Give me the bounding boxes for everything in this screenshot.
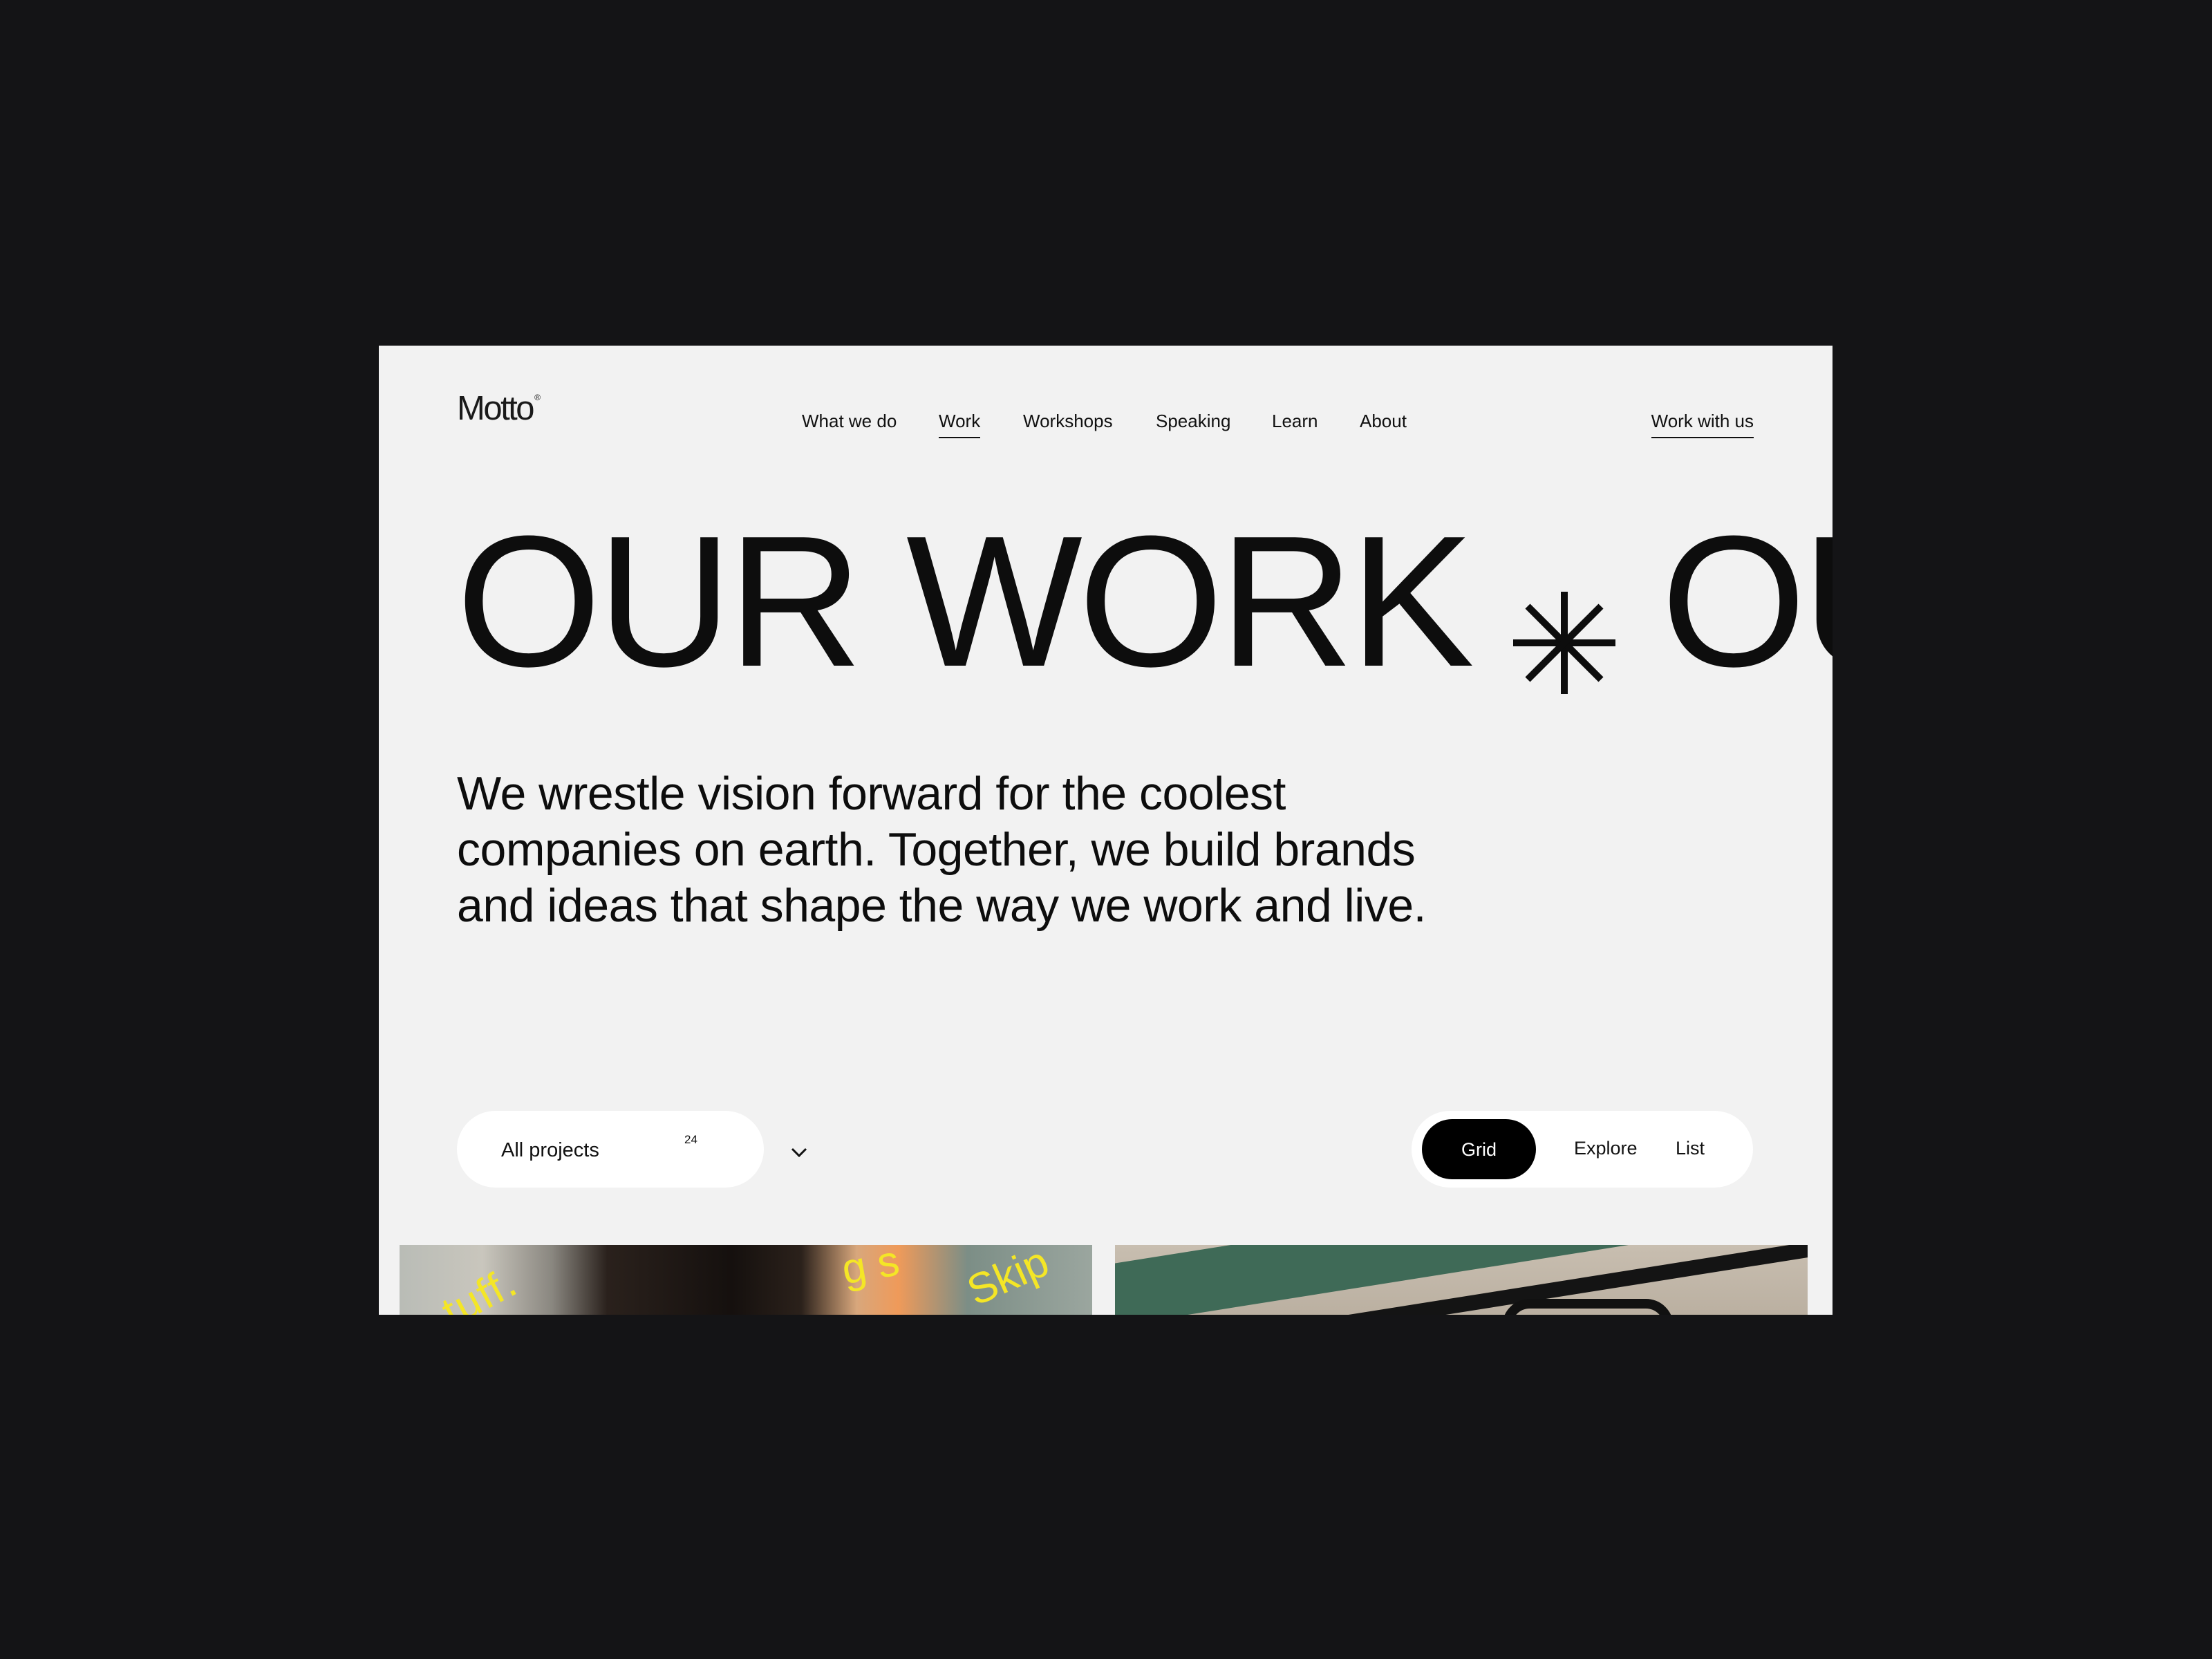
view-grid-button[interactable]: Grid bbox=[1422, 1119, 1536, 1179]
project-count: 24 bbox=[684, 1133, 697, 1146]
hero-marquee: OUR WORK OUR bbox=[456, 509, 1833, 695]
asterisk-icon bbox=[1509, 541, 1620, 694]
registered-mark: ® bbox=[534, 393, 541, 402]
view-explore-button[interactable]: Explore bbox=[1574, 1137, 1638, 1159]
hero-title-repeat: OUR bbox=[1660, 498, 1833, 706]
work-with-us-link[interactable]: Work with us bbox=[1651, 411, 1754, 438]
filter-label: All projects bbox=[501, 1139, 599, 1161]
view-toggle: Grid Explore List bbox=[1412, 1111, 1753, 1188]
hero-title: OUR WORK bbox=[456, 498, 1474, 706]
project-card[interactable] bbox=[1115, 1245, 1808, 1315]
nav-item-about[interactable]: About bbox=[1360, 411, 1407, 431]
nav-item-workshops[interactable]: Workshops bbox=[1023, 411, 1113, 431]
nav-item-what-we-do[interactable]: What we do bbox=[802, 411, 897, 431]
project-filter-dropdown[interactable]: All projects 24 bbox=[457, 1111, 807, 1188]
nav-item-learn[interactable]: Learn bbox=[1272, 411, 1318, 431]
chevron-down-icon bbox=[789, 1145, 809, 1159]
card-overlay-text: g s bbox=[838, 1245, 903, 1294]
project-card[interactable]: tuff. g s Skip bbox=[400, 1245, 1092, 1315]
card-overlay-text: tuff. bbox=[434, 1257, 525, 1315]
nav-item-speaking[interactable]: Speaking bbox=[1156, 411, 1230, 431]
card-image-shape bbox=[1502, 1299, 1674, 1315]
browser-frame: Motto ® What we do Work Workshops Speakin… bbox=[379, 346, 1833, 1315]
logo[interactable]: Motto ® bbox=[457, 390, 541, 427]
card-overlay-text: Skip bbox=[960, 1245, 1056, 1315]
view-list-button[interactable]: List bbox=[1676, 1137, 1705, 1159]
logo-text: Motto bbox=[457, 390, 535, 427]
intro-paragraph: We wrestle vision forward for the cooles… bbox=[457, 767, 1427, 932]
nav-item-work[interactable]: Work bbox=[939, 411, 981, 438]
